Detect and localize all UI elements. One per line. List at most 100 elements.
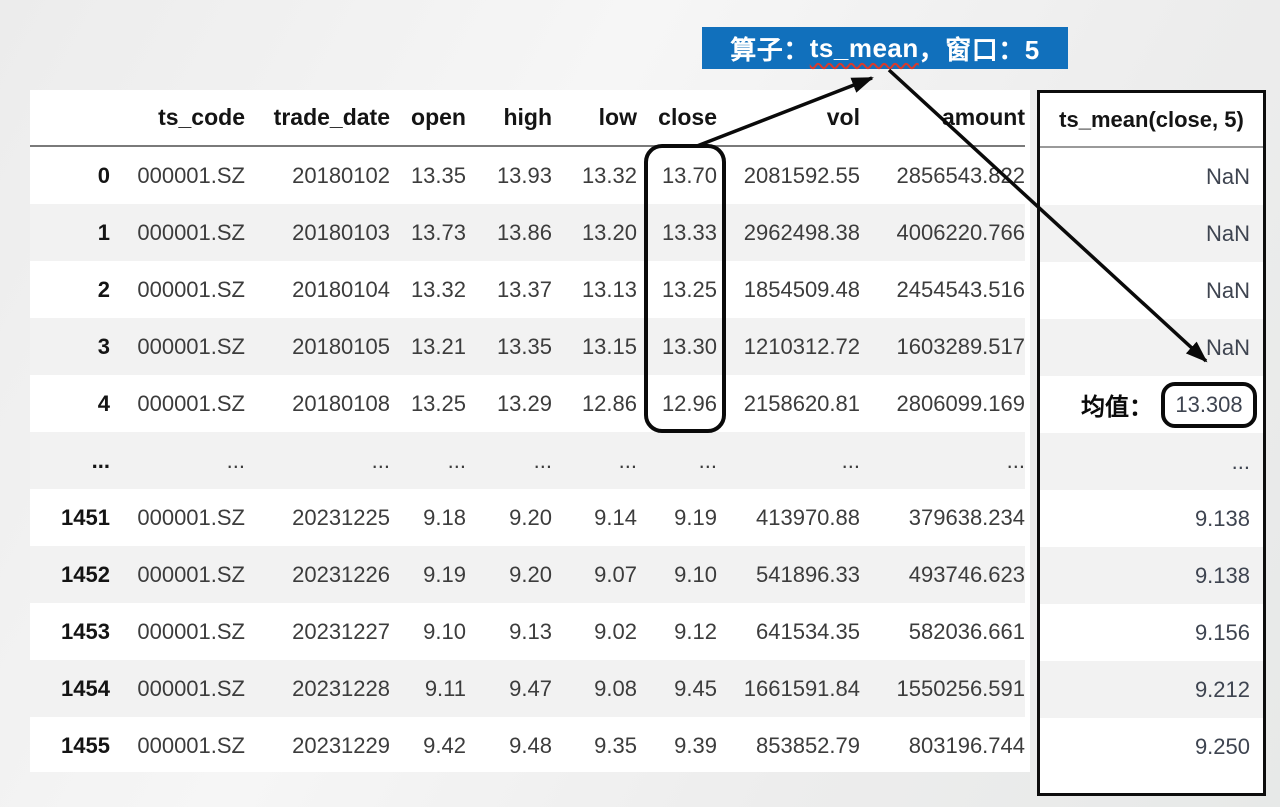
col-header-trade-date: trade_date — [245, 90, 390, 146]
cell-high: 9.48 — [466, 717, 552, 774]
cell-vol: 1661591.84 — [717, 660, 860, 717]
row-index: 1453 — [30, 603, 110, 660]
cell-high: 9.20 — [466, 546, 552, 603]
cell-ts-code: 000001.SZ — [110, 204, 245, 261]
dataframe-card: ts_code trade_date open high low close v… — [30, 90, 1030, 772]
cell-ts-code: 000001.SZ — [110, 603, 245, 660]
row-index: 2 — [30, 261, 110, 318]
cell-amount: 2806099.169 — [860, 375, 1025, 432]
cell-open: ... — [390, 432, 466, 489]
table-row: 0 000001.SZ 20180102 13.35 13.93 13.32 1… — [30, 146, 1025, 204]
col-header-index — [30, 90, 110, 146]
row-index: 1455 — [30, 717, 110, 774]
table-row: 1451 000001.SZ 20231225 9.18 9.20 9.14 9… — [30, 489, 1025, 546]
row-index: 1451 — [30, 489, 110, 546]
cell-ts-code: 000001.SZ — [110, 261, 245, 318]
cell-open: 13.35 — [390, 146, 466, 204]
cell-open: 9.18 — [390, 489, 466, 546]
cell-high: 9.13 — [466, 603, 552, 660]
cell-trade-date: 20180103 — [245, 204, 390, 261]
cell-low: 13.32 — [552, 146, 637, 204]
row-index: ... — [30, 432, 110, 489]
cell-vol: 2158620.81 — [717, 375, 860, 432]
cell-vol: 1854509.48 — [717, 261, 860, 318]
cell-close: 9.12 — [637, 603, 717, 660]
cell-close: 9.10 — [637, 546, 717, 603]
col-header-high: high — [466, 90, 552, 146]
cell-high: 13.35 — [466, 318, 552, 375]
cell-ts-code: 000001.SZ — [110, 717, 245, 774]
result-cell: 9.212 — [1040, 661, 1263, 718]
result-cell: NaN — [1040, 148, 1263, 205]
table-row-ellipsis: ... ... ... ... ... ... ... ... ... — [30, 432, 1025, 489]
table-row: 4 000001.SZ 20180108 13.25 13.29 12.86 1… — [30, 375, 1025, 432]
table-row: 1453 000001.SZ 20231227 9.10 9.13 9.02 9… — [30, 603, 1025, 660]
cell-trade-date: 20180102 — [245, 146, 390, 204]
banner-prefix: 算子： — [730, 30, 810, 67]
cell-amount: 493746.623 — [860, 546, 1025, 603]
cell-high: 13.93 — [466, 146, 552, 204]
row-index: 4 — [30, 375, 110, 432]
cell-open: 9.42 — [390, 717, 466, 774]
cell-vol: ... — [717, 432, 860, 489]
cell-amount: ... — [860, 432, 1025, 489]
cell-low: 9.02 — [552, 603, 637, 660]
cell-amount: 803196.744 — [860, 717, 1025, 774]
cell-trade-date: 20231227 — [245, 603, 390, 660]
cell-trade-date: 20180108 — [245, 375, 390, 432]
result-column-box: ts_mean(close, 5) NaN NaN NaN NaN 均值： 13… — [1037, 90, 1266, 796]
cell-trade-date: 20231225 — [245, 489, 390, 546]
table-row: 1 000001.SZ 20180103 13.73 13.86 13.20 1… — [30, 204, 1025, 261]
mean-label: 均值： — [1081, 387, 1153, 422]
cell-high: 13.29 — [466, 375, 552, 432]
mean-value-box: 13.308 — [1161, 382, 1257, 428]
cell-low: 9.08 — [552, 660, 637, 717]
table-row: 1454 000001.SZ 20231228 9.11 9.47 9.08 9… — [30, 660, 1025, 717]
result-cell-mean: 均值： 13.308 — [1040, 376, 1263, 433]
cell-trade-date: 20231229 — [245, 717, 390, 774]
col-header-low: low — [552, 90, 637, 146]
cell-amount: 582036.661 — [860, 603, 1025, 660]
cell-amount: 2856543.822 — [860, 146, 1025, 204]
cell-vol: 1210312.72 — [717, 318, 860, 375]
close-column-highlight — [644, 144, 726, 433]
cell-open: 13.73 — [390, 204, 466, 261]
cell-low: ... — [552, 432, 637, 489]
table-row: 2 000001.SZ 20180104 13.32 13.37 13.13 1… — [30, 261, 1025, 318]
row-index: 1 — [30, 204, 110, 261]
cell-low: 13.20 — [552, 204, 637, 261]
cell-trade-date: 20231226 — [245, 546, 390, 603]
figure-canvas: 算子：ts_mean，窗口：5 ts_code trade_date open … — [0, 0, 1280, 807]
cell-open: 13.32 — [390, 261, 466, 318]
result-cell: 9.138 — [1040, 547, 1263, 604]
col-header-close: close — [637, 90, 717, 146]
result-cell: NaN — [1040, 319, 1263, 376]
result-cell: 9.250 — [1040, 718, 1263, 775]
cell-low: 9.35 — [552, 717, 637, 774]
cell-vol: 2962498.38 — [717, 204, 860, 261]
cell-ts-code: ... — [110, 432, 245, 489]
col-header-vol: vol — [717, 90, 860, 146]
cell-ts-code: 000001.SZ — [110, 660, 245, 717]
col-header-amount: amount — [860, 90, 1025, 146]
banner-operator: ts_mean — [810, 33, 919, 64]
cell-ts-code: 000001.SZ — [110, 318, 245, 375]
result-column-header: ts_mean(close, 5) — [1040, 93, 1263, 148]
cell-vol: 2081592.55 — [717, 146, 860, 204]
cell-vol: 541896.33 — [717, 546, 860, 603]
cell-close: 9.19 — [637, 489, 717, 546]
operator-banner: 算子：ts_mean，窗口：5 — [702, 27, 1068, 69]
result-cell: NaN — [1040, 205, 1263, 262]
cell-high: ... — [466, 432, 552, 489]
cell-high: 13.86 — [466, 204, 552, 261]
cell-trade-date: 20180105 — [245, 318, 390, 375]
cell-open: 13.25 — [390, 375, 466, 432]
cell-vol: 413970.88 — [717, 489, 860, 546]
table-header-row: ts_code trade_date open high low close v… — [30, 90, 1025, 146]
cell-high: 9.20 — [466, 489, 552, 546]
result-cell: 9.138 — [1040, 490, 1263, 547]
cell-amount: 379638.234 — [860, 489, 1025, 546]
cell-vol: 853852.79 — [717, 717, 860, 774]
cell-low: 13.13 — [552, 261, 637, 318]
cell-ts-code: 000001.SZ — [110, 375, 245, 432]
